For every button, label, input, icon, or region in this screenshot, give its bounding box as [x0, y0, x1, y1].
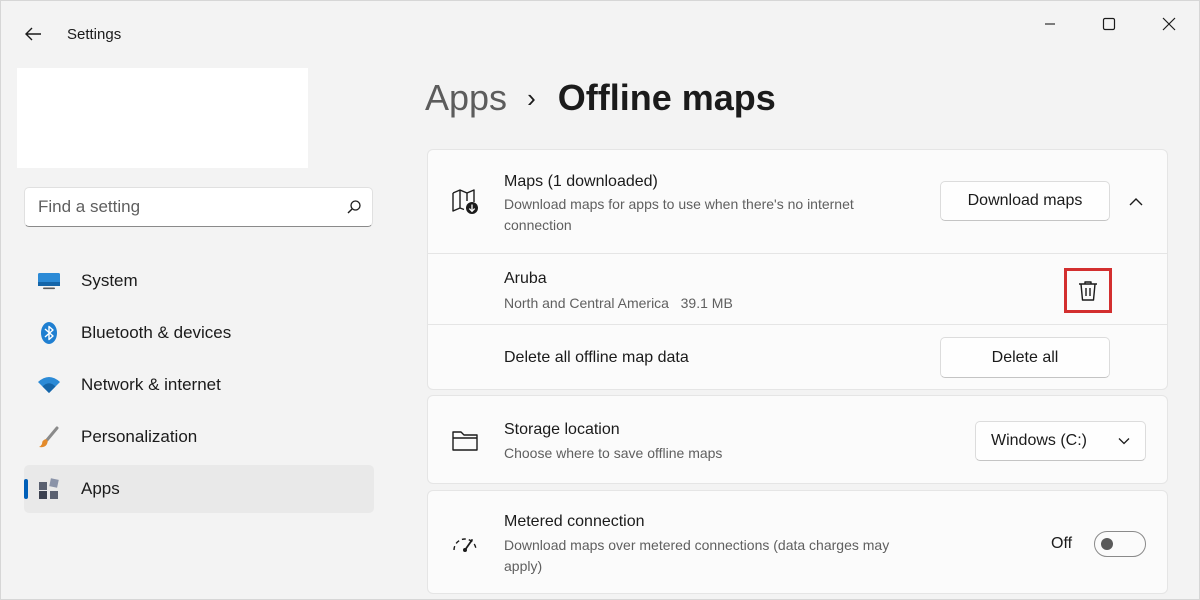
delete-all-button[interactable]: Delete all: [940, 337, 1110, 378]
map-download-icon: [450, 187, 480, 217]
map-entry-size: 39.1 MB: [680, 295, 733, 311]
storage-location-card: Storage location Choose where to save of…: [427, 395, 1168, 484]
close-button[interactable]: [1140, 7, 1198, 41]
download-maps-button[interactable]: Download maps: [940, 181, 1110, 221]
chevron-up-icon: [1129, 197, 1143, 205]
trash-icon: [1079, 280, 1097, 301]
close-icon: [1162, 17, 1176, 31]
sidebar-item-bluetooth[interactable]: Bluetooth & devices: [24, 309, 374, 357]
sidebar-item-system[interactable]: System: [24, 257, 374, 305]
active-indicator: [24, 479, 28, 499]
back-button[interactable]: [15, 19, 51, 49]
apps-icon: [36, 476, 62, 502]
metered-title: Metered connection: [504, 513, 645, 530]
speedometer-icon: [450, 529, 480, 559]
map-entry-details: North and Central America 39.1 MB: [504, 293, 733, 314]
title-bar: Settings: [1, 1, 1200, 67]
brush-icon: [36, 424, 62, 450]
sidebar-item-apps[interactable]: Apps: [24, 465, 374, 513]
maximize-button[interactable]: [1080, 7, 1138, 41]
sidebar-item-label: Network & internet: [81, 375, 221, 394]
maps-header-row: Maps (1 downloaded) Download maps for ap…: [428, 150, 1167, 253]
sidebar-item-label: Apps: [81, 479, 120, 498]
minimize-button[interactable]: [1021, 7, 1079, 41]
maps-card: Maps (1 downloaded) Download maps for ap…: [427, 149, 1168, 390]
breadcrumb-separator: ›: [527, 82, 536, 113]
breadcrumb-parent[interactable]: Apps: [425, 77, 507, 119]
metered-connection-toggle[interactable]: [1094, 531, 1146, 557]
search-input[interactable]: [25, 188, 336, 226]
delete-map-button[interactable]: [1064, 268, 1112, 313]
search-icon[interactable]: [336, 199, 372, 215]
sidebar-item-label: Personalization: [81, 427, 198, 446]
sidebar-item-label: Bluetooth & devices: [81, 323, 232, 342]
toggle-state-label: Off: [1051, 535, 1073, 552]
map-entry-row: Aruba North and Central America 39.1 MB: [428, 254, 1167, 324]
metered-connection-card: Metered connection Download maps over me…: [427, 490, 1168, 594]
breadcrumb: Apps › Offline maps: [425, 77, 776, 119]
maps-description: Download maps for apps to use when there…: [504, 196, 854, 233]
dropdown-selected-value: Windows (C:): [991, 432, 1088, 449]
maps-title: Maps (1 downloaded): [504, 173, 658, 190]
minimize-icon: [1045, 23, 1055, 25]
sidebar-item-personalization[interactable]: Personalization: [24, 413, 374, 461]
delete-all-label: Delete all offline map data: [504, 349, 689, 366]
maximize-icon: [1102, 17, 1116, 31]
map-entry-name: Aruba: [504, 270, 547, 287]
metered-description: Download maps over metered connections (…: [504, 537, 890, 574]
back-arrow-icon: [25, 27, 41, 41]
chevron-down-icon: [1109, 437, 1139, 445]
monitor-icon: [36, 268, 62, 294]
collapse-button[interactable]: [1120, 185, 1152, 217]
app-title: Settings: [67, 26, 122, 43]
sidebar-item-network[interactable]: Network & internet: [24, 361, 374, 409]
delete-all-row: Delete all offline map data Delete all: [428, 325, 1167, 391]
search-box[interactable]: [24, 187, 373, 227]
sidebar-nav: System Bluetooth & devices Network & int…: [24, 257, 374, 517]
sidebar-item-label: System: [81, 271, 138, 290]
settings-window: Settings Find a setting System Bluetooth…: [0, 0, 1200, 600]
bluetooth-icon: [36, 320, 62, 346]
wifi-icon: [36, 372, 62, 398]
page-title: Offline maps: [557, 77, 776, 118]
storage-title: Storage location: [504, 421, 620, 438]
toggle-knob: [1101, 538, 1113, 550]
storage-location-dropdown[interactable]: Windows (C:): [975, 421, 1146, 461]
folder-icon: [450, 426, 480, 456]
storage-description: Choose where to save offline maps: [504, 445, 723, 461]
map-entry-region: North and Central America: [504, 295, 669, 311]
user-profile-area[interactable]: [17, 68, 308, 168]
